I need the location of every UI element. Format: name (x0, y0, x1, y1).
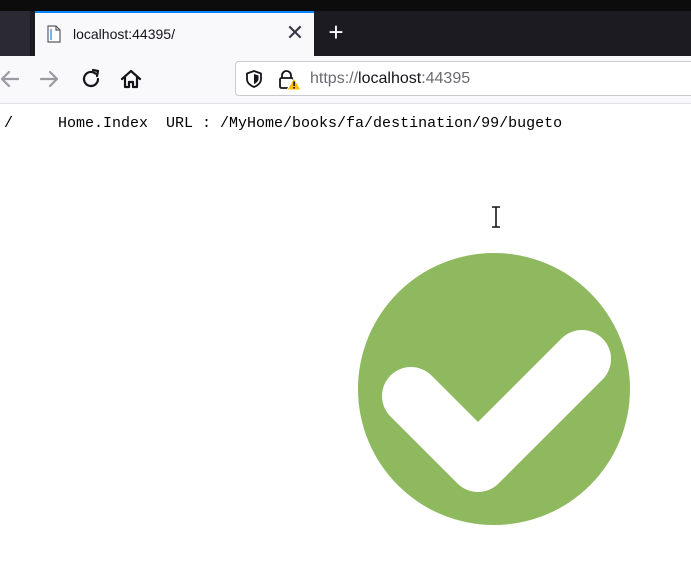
close-tab-icon[interactable]: ✕ (284, 22, 306, 44)
new-tab-button[interactable]: + (322, 18, 350, 46)
window-top-edge (0, 0, 691, 11)
address-bar[interactable]: https://localhost:44395 (235, 61, 691, 96)
text-cursor-icon (492, 206, 500, 228)
navigation-toolbar: https://localhost:44395 (0, 56, 691, 104)
previous-tab[interactable] (0, 11, 30, 56)
url-host: localhost (358, 70, 422, 87)
url-scheme: https:// (310, 70, 359, 87)
url-port: :44395 (421, 70, 471, 87)
tracking-shield-icon[interactable] (244, 69, 264, 89)
green-checkmark-circle (358, 253, 630, 525)
reload-icon[interactable] (76, 64, 106, 94)
tab-title: localhost:44395/ (73, 26, 175, 42)
forward-arrow-icon[interactable] (35, 64, 65, 94)
tab-active[interactable]: localhost:44395/ ✕ (35, 11, 314, 56)
back-arrow-icon[interactable] (0, 64, 24, 94)
url-text: https://localhost:44395 (310, 70, 470, 88)
tab-strip: localhost:44395/ ✕ + (0, 0, 691, 56)
route-debug-text: / Home.Index URL : /MyHome/books/fa/dest… (4, 115, 563, 132)
home-icon[interactable] (116, 64, 146, 94)
insecure-lock-warning-icon[interactable] (278, 69, 302, 91)
page-icon (47, 25, 61, 43)
